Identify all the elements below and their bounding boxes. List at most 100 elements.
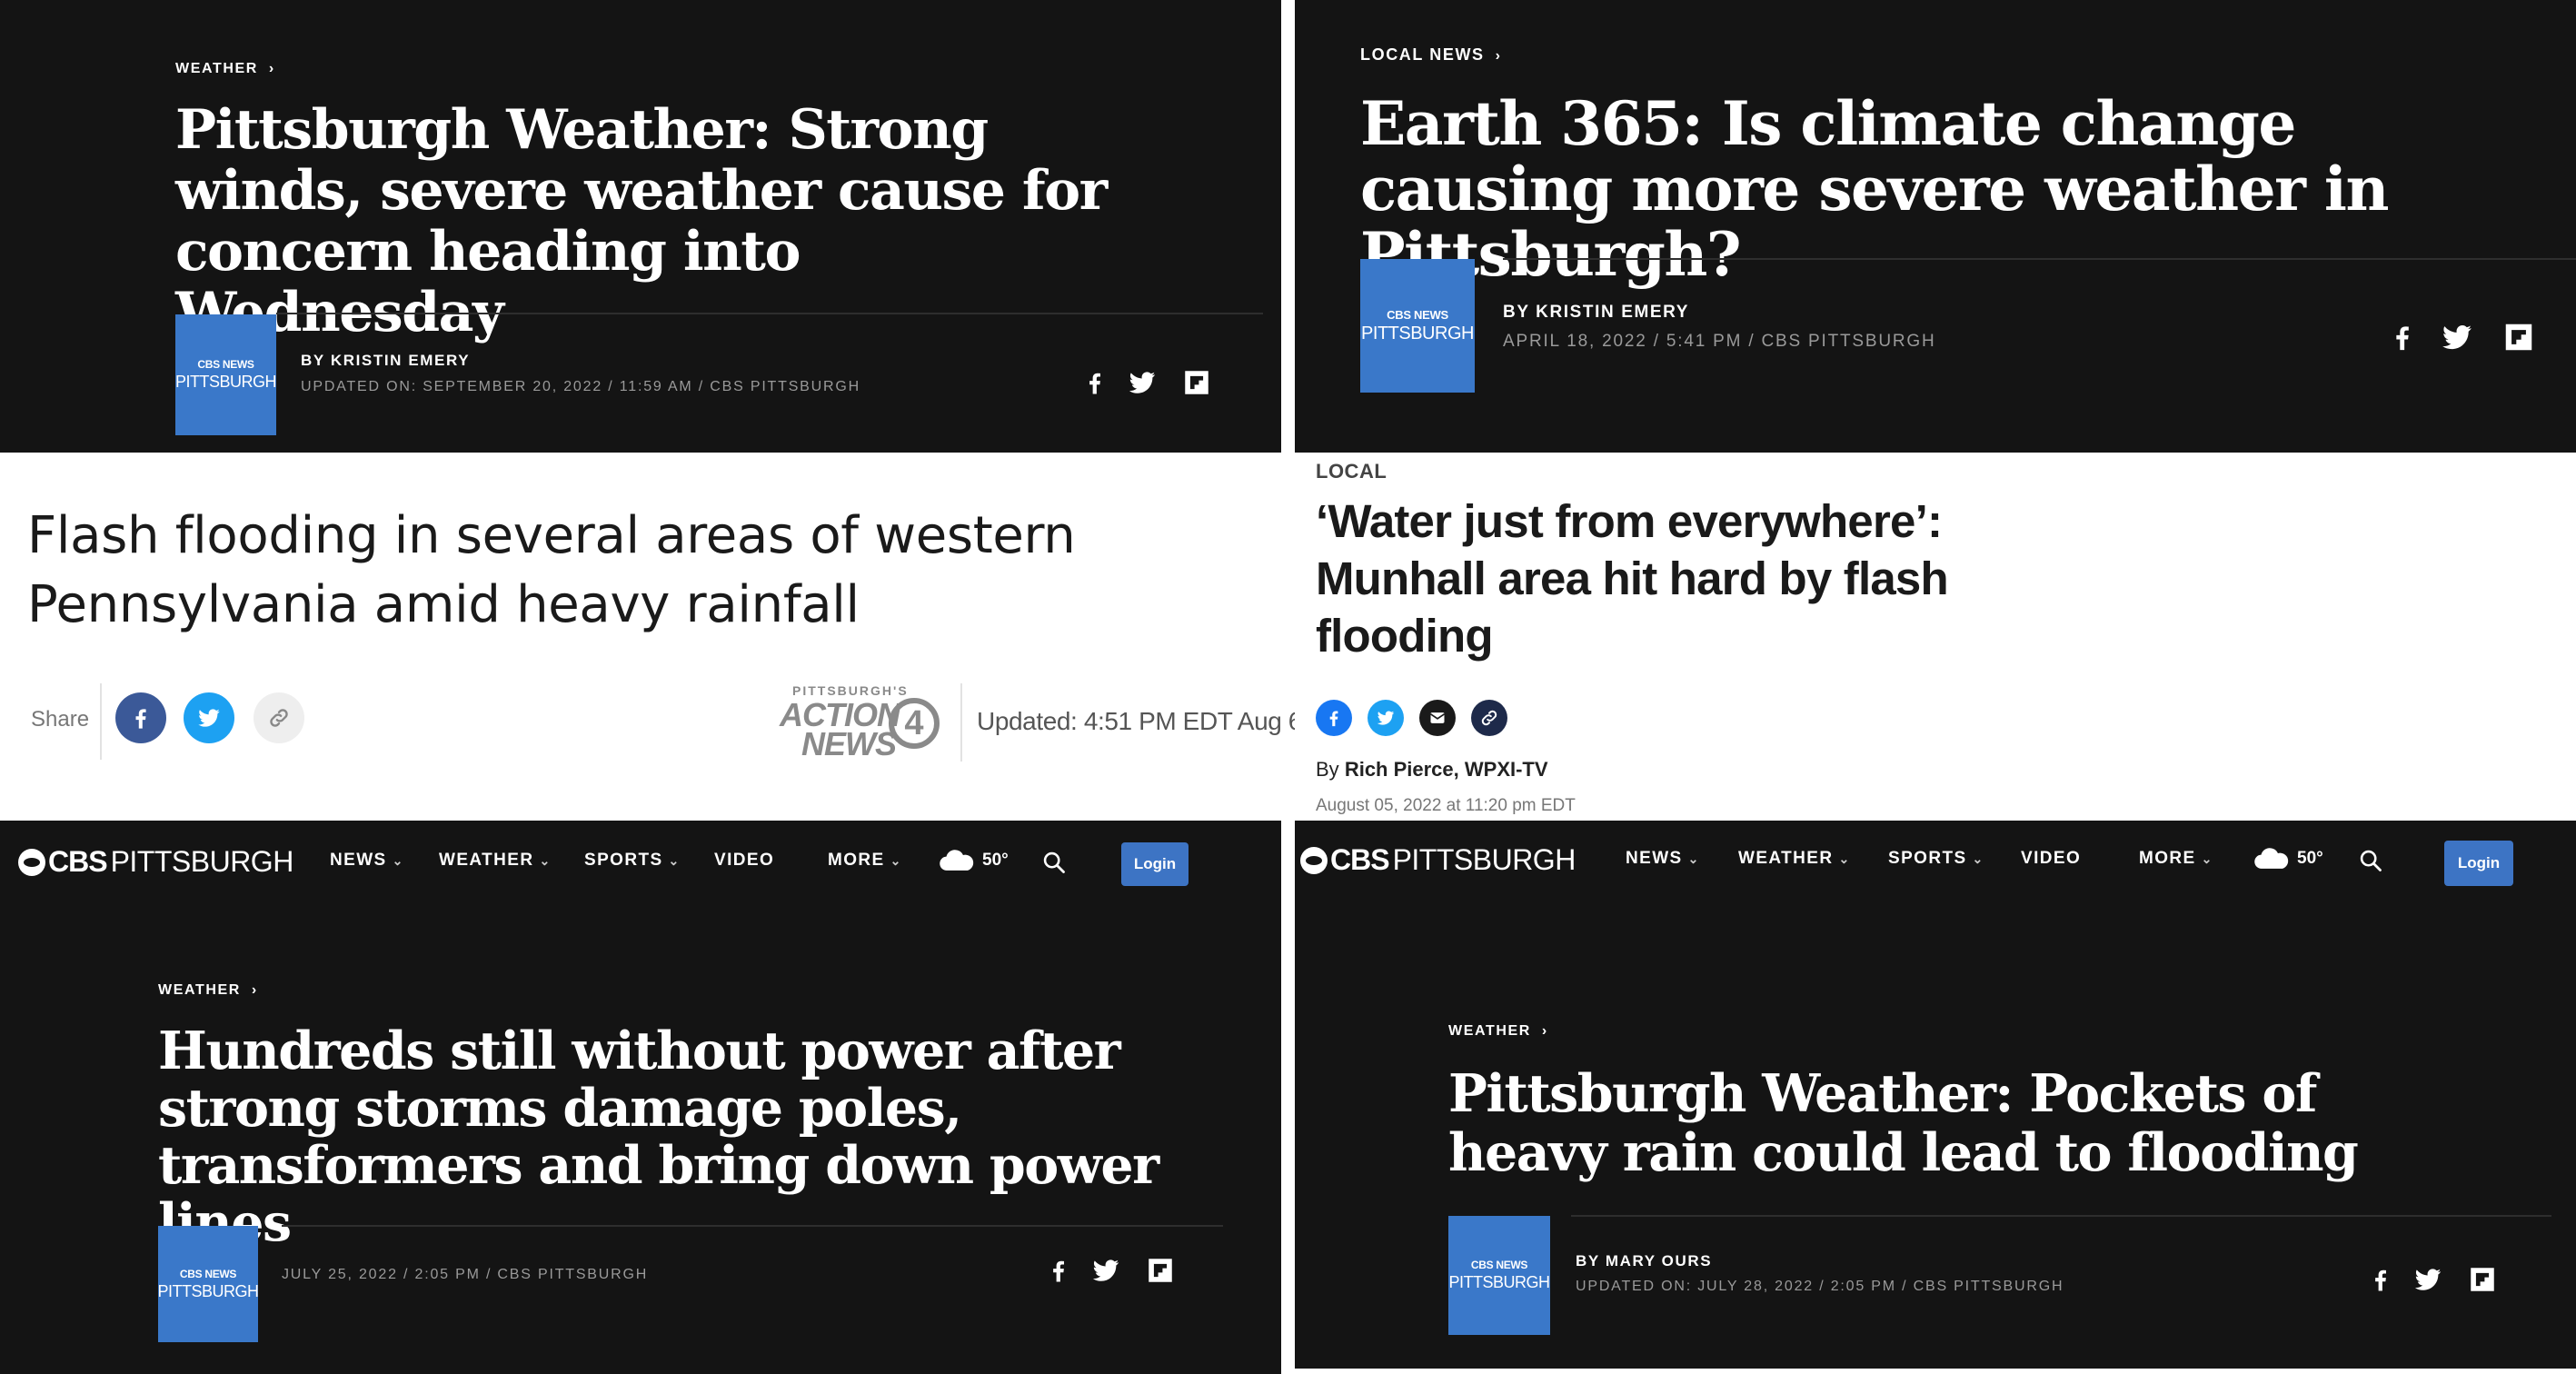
- article-meta: APRIL 18, 2022 / 5:41 PM / CBS PITTSBURG…: [1503, 332, 1936, 351]
- nav-weather[interactable]: WEATHER ⌄: [1738, 849, 1851, 869]
- chevron-down-icon: ⌄: [539, 853, 552, 868]
- site-header: CBS PITTSBURGH NEWS ⌄ WEATHER ⌄ SPORTS ⌄ VI…: [0, 821, 1281, 902]
- social-share: [1081, 365, 1212, 400]
- flipboard-icon[interactable]: [2467, 1264, 2498, 1295]
- article-headline: Pittsburgh Weather: Pockets of heavy rai…: [1448, 1063, 2359, 1183]
- article-headline: ‘Water just from everywhere’: Munhall ar…: [1316, 495, 1949, 662]
- article-meta: JULY 25, 2022 / 2:05 PM / CBS PITTSBURGH: [282, 1267, 649, 1282]
- category-label: WEATHER: [1448, 1023, 1531, 1039]
- nav-sports[interactable]: SPORTS ⌄: [1888, 849, 1984, 869]
- category-label[interactable]: LOCAL: [1316, 460, 1387, 483]
- divider: [1571, 1215, 2551, 1217]
- author-byline[interactable]: BY KRISTIN EMERY: [301, 352, 470, 370]
- author-byline: By Rich Pierce, WPXI-TV: [1316, 758, 1548, 781]
- twitter-icon: [196, 705, 222, 731]
- twitter-icon[interactable]: [1127, 367, 1158, 398]
- chevron-down-icon: ⌄: [1687, 851, 1700, 866]
- panel-top-right: LOCAL NEWS › Earth 365: Is climate change…: [1295, 0, 2576, 453]
- article-headline: Hundreds still without power after stron…: [158, 1021, 1159, 1253]
- login-button[interactable]: Login: [1121, 842, 1189, 886]
- share-label: Share: [31, 707, 90, 732]
- cbs-pittsburgh-logo: CBS NEWS PITTSBURGH: [175, 314, 277, 435]
- chevron-right-icon: ›: [1541, 1023, 1548, 1039]
- email-icon: [1428, 709, 1447, 727]
- link-icon: [1479, 708, 1499, 728]
- nav-news[interactable]: NEWS ⌄: [1626, 849, 1700, 869]
- nav-news[interactable]: NEWS ⌄: [330, 851, 404, 871]
- social-share: [2367, 1262, 2498, 1297]
- weather-widget[interactable]: 50°: [2252, 847, 2323, 871]
- link-icon: [267, 706, 291, 730]
- login-button[interactable]: Login: [2444, 841, 2513, 886]
- panel-top-left: WEATHER › Pittsburgh Weather: Strong wind…: [0, 0, 1281, 453]
- cloud-icon: [2252, 847, 2292, 871]
- facebook-share-button[interactable]: [1316, 700, 1352, 736]
- category-link[interactable]: WEATHER ›: [158, 982, 258, 999]
- search-icon[interactable]: [1041, 850, 1067, 875]
- nav-video[interactable]: VIDEO: [2021, 849, 2081, 869]
- copy-link-button[interactable]: [254, 692, 304, 743]
- flipboard-icon[interactable]: [1145, 1255, 1176, 1286]
- panel-middle-right: LOCAL ‘Water just from everywhere’: Munh…: [1295, 454, 2576, 821]
- flipboard-icon[interactable]: [2501, 320, 2536, 354]
- chevron-down-icon: ⌄: [668, 853, 681, 868]
- flipboard-icon[interactable]: [1181, 367, 1212, 398]
- author-link[interactable]: Rich Pierce, WPXI-TV: [1345, 758, 1548, 781]
- nav-weather[interactable]: WEATHER ⌄: [439, 851, 552, 871]
- social-share: [2387, 318, 2536, 356]
- divider: [276, 313, 1263, 314]
- divider: [960, 683, 962, 762]
- panel-middle-left: Flash flooding in several areas of weste…: [0, 454, 1295, 821]
- channel-number-badge: 4: [889, 698, 940, 749]
- category-link[interactable]: WEATHER ›: [1448, 1023, 1548, 1040]
- article-headline: Pittsburgh Weather: Strong winds, severe…: [175, 98, 1108, 344]
- category-label: WEATHER: [175, 61, 258, 76]
- nav-sports[interactable]: SPORTS ⌄: [584, 851, 681, 871]
- cbs-pittsburgh-logo: CBS NEWS PITTSBURGH: [1448, 1216, 1550, 1335]
- nav-video[interactable]: VIDEO: [714, 851, 774, 871]
- facebook-icon: [1324, 707, 1344, 729]
- facebook-share-button[interactable]: [115, 692, 166, 743]
- chevron-down-icon: ⌄: [890, 853, 902, 868]
- site-header: CBS PITTSBURGH NEWS ⌄ WEATHER ⌄ SPORTS ⌄ VI…: [1295, 821, 2576, 902]
- weather-widget[interactable]: 50°: [937, 849, 1009, 872]
- twitter-icon: [1376, 708, 1396, 728]
- category-link[interactable]: LOCAL NEWS ›: [1360, 45, 1502, 65]
- category-label: LOCAL NEWS: [1360, 45, 1485, 64]
- category-link[interactable]: WEATHER ›: [175, 61, 275, 77]
- twitter-share-button[interactable]: [184, 692, 234, 743]
- twitter-share-button[interactable]: [1368, 700, 1404, 736]
- facebook-icon[interactable]: [1045, 1253, 1072, 1288]
- action-news-4-logo: PITTSBURGH'S ACTION NEWS 4: [780, 683, 948, 762]
- nav-more[interactable]: MORE ⌄: [2139, 849, 2213, 869]
- twitter-icon[interactable]: [2412, 1264, 2443, 1295]
- panel-bottom-right: CBS PITTSBURGH NEWS ⌄ WEATHER ⌄ SPORTS ⌄ VI…: [1295, 821, 2576, 1369]
- facebook-icon[interactable]: [2387, 318, 2418, 356]
- cloud-icon: [937, 849, 977, 872]
- facebook-icon[interactable]: [1081, 365, 1109, 400]
- twitter-icon[interactable]: [1090, 1255, 1121, 1286]
- chevron-right-icon: ›: [251, 982, 258, 998]
- cbs-pittsburgh-brand[interactable]: CBS PITTSBURGH: [18, 845, 293, 879]
- chevron-down-icon: ⌄: [392, 853, 404, 868]
- publish-date: August 05, 2022 at 11:20 pm EDT: [1316, 796, 1576, 815]
- social-share: [1045, 1253, 1176, 1288]
- author-byline[interactable]: BY KRISTIN EMERY: [1503, 303, 1689, 323]
- updated-timestamp: Updated: 4:51 PM EDT Aug 6, 202: [977, 707, 1295, 735]
- search-icon[interactable]: [2358, 848, 2383, 873]
- cbs-pittsburgh-brand[interactable]: CBS PITTSBURGH: [1300, 843, 1576, 877]
- panel-bottom-left: CBS PITTSBURGH NEWS ⌄ WEATHER ⌄ SPORTS ⌄ VI…: [0, 821, 1281, 1374]
- cbs-eye-icon: [18, 848, 45, 876]
- twitter-icon[interactable]: [2440, 320, 2474, 354]
- chevron-right-icon: ›: [268, 61, 275, 76]
- facebook-icon: [128, 704, 154, 732]
- article-meta: UPDATED ON: JULY 28, 2022 / 2:05 PM / CB…: [1576, 1279, 2064, 1294]
- nav-more[interactable]: MORE ⌄: [828, 851, 902, 871]
- divider: [100, 683, 102, 760]
- copy-link-button[interactable]: [1471, 700, 1507, 736]
- facebook-icon[interactable]: [2367, 1262, 2394, 1297]
- cbs-pittsburgh-logo: CBS NEWS PITTSBURGH: [1360, 259, 1475, 393]
- email-share-button[interactable]: [1419, 700, 1456, 736]
- author-byline[interactable]: BY MARY OURS: [1576, 1252, 1712, 1270]
- divider: [282, 1225, 1223, 1227]
